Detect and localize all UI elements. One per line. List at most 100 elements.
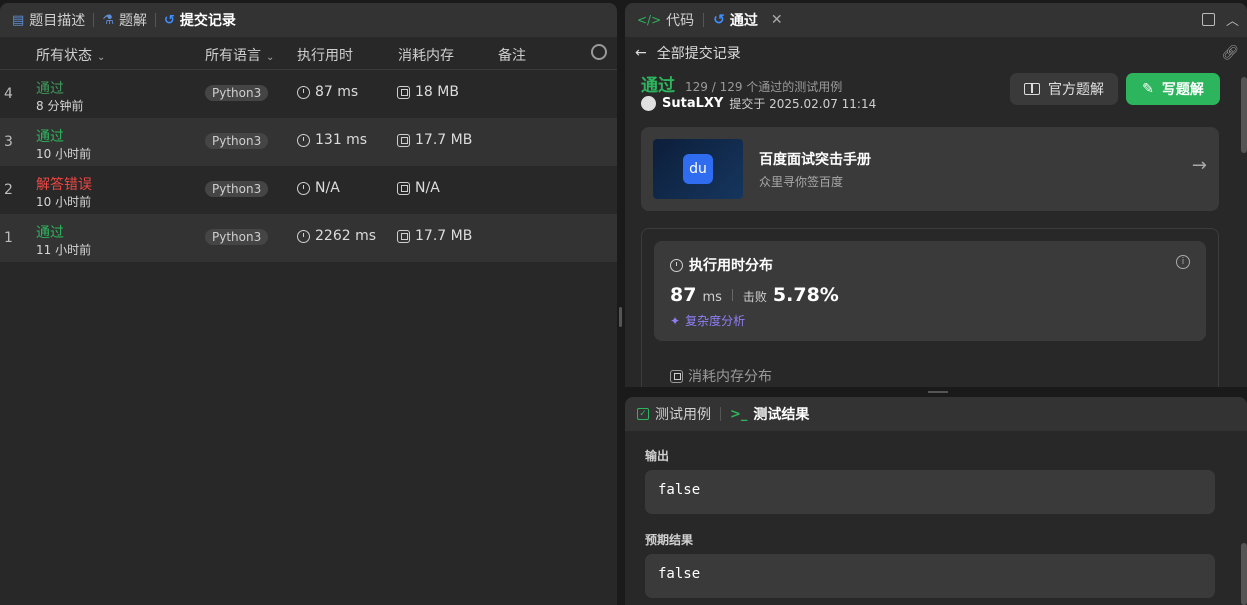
status-text[interactable]: 解答错误 [36, 174, 92, 194]
language-filter[interactable]: 所有语言 ⌄ [205, 45, 274, 65]
promo-card[interactable]: du 百度面试突击手册 众里寻你签百度 → [641, 127, 1219, 211]
result-summary: 通过 129 / 129 个通过的测试用例 [641, 71, 842, 96]
book-icon [1024, 83, 1040, 95]
memory-cell: N/A [397, 180, 440, 196]
distribution-section: 执行用时分布 i 87 ms 击败 5.78% ✦ 复杂度分析 消耗内存分布 [641, 228, 1219, 387]
memory-value: 18 MB [415, 84, 459, 100]
table-row[interactable]: 1 通过 11 小时前 Python3 2262 ms 17.7 MB [0, 214, 617, 262]
status-filter[interactable]: 所有状态 ⌄ [36, 45, 105, 65]
arrow-left-icon[interactable]: ← [635, 45, 647, 61]
tab-code-label: 代码 [666, 13, 695, 29]
submission-detail-panel: </> 代码 ↺ 通过 ✕ ︿ ← 全部提交记录 🔗︎ 通过 129 / 129… [625, 3, 1247, 387]
scrollbar[interactable] [1241, 77, 1247, 153]
result-status: 通过 [641, 76, 675, 96]
tab-divider [703, 13, 705, 27]
test-panel: ✓ 测试用例 >_ 测试结果 输出 false 预期结果 false [625, 397, 1247, 605]
history-icon: ↺ [713, 12, 725, 28]
status-text[interactable]: 通过 [36, 78, 64, 98]
tab-testcase-label: 测试用例 [655, 407, 711, 423]
tab-divider [154, 13, 156, 27]
memory-cell: 18 MB [397, 84, 459, 100]
chip-icon [397, 85, 410, 99]
runtime-distribution-card[interactable]: 执行用时分布 i 87 ms 击败 5.78% ✦ 复杂度分析 [654, 241, 1206, 341]
runtime-value: 131 ms [315, 132, 368, 148]
table-row[interactable]: 4 通过 8 分钟前 Python3 87 ms 18 MB [0, 70, 617, 118]
tab-solution-label: 题解 [118, 13, 147, 29]
submissions-table-header: 所有状态 ⌄ 所有语言 ⌄ 执行用时 消耗内存 备注 [0, 37, 617, 70]
clock-icon [297, 229, 310, 243]
vertical-resize-handle[interactable] [619, 307, 622, 327]
sparkle-icon: ✦ [670, 313, 681, 328]
arrow-right-icon: → [1191, 155, 1207, 176]
runtime-cell: N/A [297, 180, 340, 196]
history-icon: ↺ [163, 12, 175, 28]
username[interactable]: SutaLXY [662, 96, 723, 111]
output-value: false [645, 470, 1215, 514]
gear-icon[interactable] [591, 44, 607, 60]
submit-time: 提交于 2025.02.07 11:14 [729, 97, 877, 111]
tab-testcase[interactable]: ✓ 测试用例 [637, 404, 711, 424]
tab-divider [93, 13, 95, 27]
language-filter-label: 所有语言 [205, 48, 261, 64]
tab-testresult[interactable]: >_ 测试结果 [730, 404, 809, 424]
status-text[interactable]: 通过 [36, 126, 64, 146]
clock-icon [670, 258, 683, 272]
runtime-cell: 2262 ms [297, 228, 376, 244]
testcase-count: 129 / 129 个通过的测试用例 [685, 80, 843, 94]
tab-solution[interactable]: ⚗ 题解 [96, 3, 153, 37]
chevron-down-icon: ⌄ [97, 52, 106, 63]
app-root: ▤ 题目描述 ⚗ 题解 ↺ 提交记录 所有状态 ⌄ 所有语言 ⌄ 执行用时 消耗内存 [0, 0, 1247, 605]
tab-divider [720, 407, 721, 421]
close-icon[interactable]: ✕ [771, 12, 783, 28]
horizontal-resize-handle[interactable] [928, 391, 948, 393]
write-solution-button[interactable]: ✎ 写题解 [1126, 73, 1220, 105]
tab-result[interactable]: ↺ 通过 ✕ [713, 10, 782, 30]
back-bar: ← 全部提交记录 🔗︎ [625, 37, 1247, 69]
beat-label: 击败 [742, 290, 767, 304]
row-number: 2 [4, 182, 13, 198]
row-number: 1 [4, 230, 13, 246]
left-tab-bar: ▤ 题目描述 ⚗ 题解 ↺ 提交记录 [0, 3, 617, 37]
memory-distribution-tab[interactable]: 消耗内存分布 [670, 366, 772, 386]
promo-image: du [653, 139, 743, 199]
language-badge: Python3 [205, 181, 269, 197]
info-icon[interactable]: i [1176, 255, 1190, 269]
checkbox-icon: ✓ [637, 408, 649, 420]
back-to-all-submissions[interactable]: 全部提交记录 [657, 43, 741, 63]
memory-cell: 17.7 MB [397, 228, 472, 244]
tab-description[interactable]: ▤ 题目描述 [6, 3, 91, 37]
complexity-analysis-link[interactable]: ✦ 复杂度分析 [670, 312, 745, 329]
link-icon[interactable]: 🔗︎ [1221, 45, 1239, 61]
memory-column-header: 消耗内存 [398, 48, 454, 64]
tab-testresult-label: 测试结果 [753, 407, 810, 423]
memory-value: N/A [415, 180, 440, 196]
runtime-distribution-title: 执行用时分布 [670, 255, 773, 275]
runtime-cell: 87 ms [297, 84, 358, 100]
language-badge: Python3 [205, 229, 269, 245]
runtime-distribution-label: 执行用时分布 [689, 258, 773, 274]
official-solution-button[interactable]: 官方题解 [1010, 73, 1118, 105]
chip-icon [397, 133, 410, 147]
language-badge: Python3 [205, 133, 269, 149]
table-row[interactable]: 3 通过 10 小时前 Python3 131 ms 17.7 MB [0, 118, 617, 166]
scrollbar[interactable] [1241, 543, 1247, 605]
status-text[interactable]: 通过 [36, 222, 64, 242]
write-solution-label: 写题解 [1161, 82, 1204, 98]
chevron-up-icon[interactable]: ︿ [1226, 10, 1239, 29]
edit-icon: ✎ [1142, 81, 1154, 97]
note-column-header: 备注 [498, 48, 526, 64]
table-row[interactable]: 2 解答错误 10 小时前 Python3 N/A N/A [0, 166, 617, 214]
row-number: 3 [4, 134, 13, 150]
avatar[interactable] [641, 96, 656, 111]
runtime-unit: ms [702, 290, 722, 305]
runtime-column-header: 执行用时 [297, 48, 353, 64]
terminal-icon: >_ [730, 406, 748, 422]
chip-icon [670, 369, 683, 383]
language-badge: Python3 [205, 85, 269, 101]
fullscreen-icon[interactable] [1202, 13, 1215, 26]
tab-code[interactable]: </> 代码 [637, 10, 694, 30]
tab-description-label: 题目描述 [29, 13, 86, 29]
time-ago: 10 小时前 [36, 147, 92, 161]
status-filter-label: 所有状态 [36, 48, 92, 64]
tab-submissions[interactable]: ↺ 提交记录 [158, 3, 242, 37]
